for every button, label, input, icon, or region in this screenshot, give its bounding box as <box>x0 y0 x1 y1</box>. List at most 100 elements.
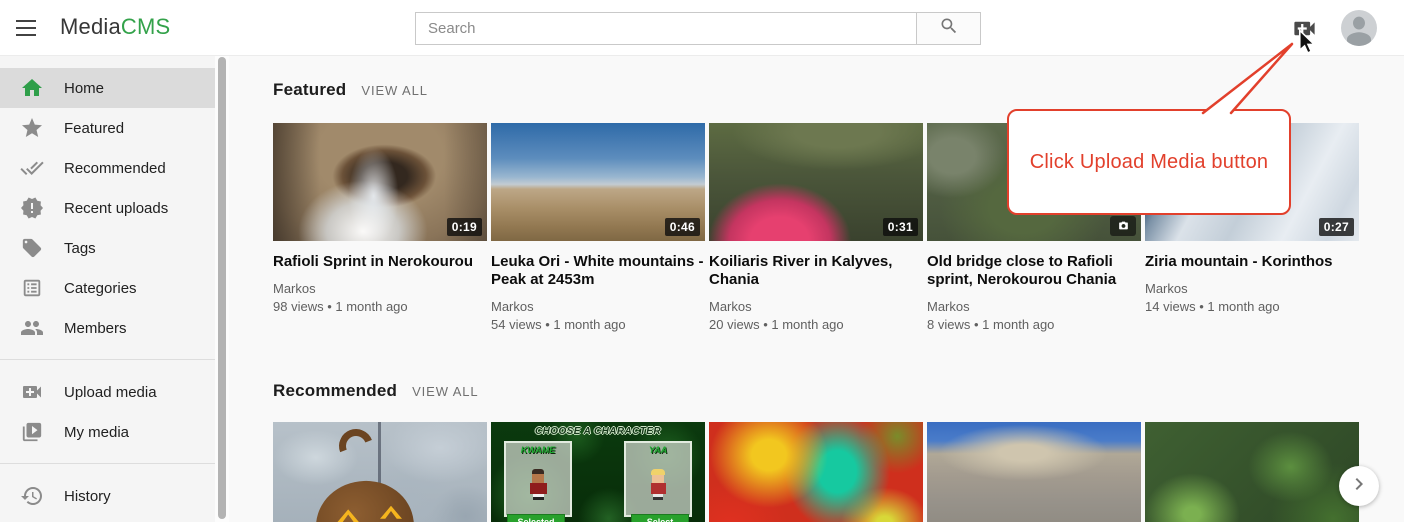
recommended-section-title: Recommended <box>273 381 397 401</box>
video-title[interactable]: Koiliaris River in Kalyves, Chania <box>709 253 923 289</box>
carousel-next-button[interactable] <box>1339 466 1379 506</box>
sidebar-item-recent-uploads[interactable]: Recent uploads <box>0 188 215 228</box>
video-thumbnail[interactable] <box>1145 422 1359 522</box>
duration-badge: 0:19 <box>447 218 482 236</box>
menu-icon[interactable] <box>16 18 38 38</box>
character-panel: YAA <box>624 441 692 517</box>
sidebar-divider <box>0 463 215 464</box>
people-icon <box>20 316 44 340</box>
video-author[interactable]: Markos <box>1145 281 1359 296</box>
camera-icon <box>1110 216 1136 236</box>
featured-view-all-link[interactable]: VIEW ALL <box>361 83 427 98</box>
video-card[interactable] <box>273 422 487 522</box>
video-title[interactable]: Old bridge close to Rafioli sprint, Nero… <box>927 253 1141 289</box>
video-card[interactable] <box>927 422 1141 522</box>
video-title[interactable]: Ziria mountain - Korinthos <box>1145 253 1359 271</box>
new-releases-icon <box>20 196 44 220</box>
sidebar-label: History <box>64 488 111 505</box>
video-meta: 14 views • 1 month ago <box>1145 299 1359 314</box>
video-card[interactable]: 0:46 Leuka Ori - White mountains - Peak … <box>491 123 705 332</box>
video-title[interactable]: Leuka Ori - White mountains - Peak at 24… <box>491 253 705 289</box>
search-button[interactable] <box>917 12 981 45</box>
video-title[interactable]: Rafioli Sprint in Nerokourou <box>273 253 487 271</box>
sidebar-item-featured[interactable]: Featured <box>0 108 215 148</box>
categories-icon <box>20 276 44 300</box>
annotation-tooltip: Click Upload Media button <box>1007 109 1291 215</box>
character-name: KWAME <box>506 445 570 455</box>
recommended-view-all-link[interactable]: VIEW ALL <box>412 384 478 399</box>
sidebar-item-my-media[interactable]: My media <box>0 412 215 452</box>
video-thumbnail[interactable]: 0:31 <box>709 123 923 241</box>
duration-badge: 0:31 <box>883 218 918 236</box>
recommended-section: Recommended VIEW ALL CHOOSE A CHARACTER … <box>273 381 1359 522</box>
thumbnail-game-title: CHOOSE A CHARACTER <box>491 426 705 437</box>
sidebar-item-recommended[interactable]: Recommended <box>0 148 215 188</box>
sidebar-divider <box>0 359 215 360</box>
sidebar-label: Upload media <box>64 384 157 401</box>
duration-badge: 0:46 <box>665 218 700 236</box>
upload-media-button[interactable] <box>1290 18 1318 44</box>
person-icon <box>1341 33 1377 46</box>
video-author[interactable]: Markos <box>273 281 487 296</box>
upload-media-icon <box>1291 15 1318 47</box>
chevron-right-icon <box>1347 472 1371 501</box>
video-call-icon <box>20 380 44 404</box>
annotation-text: Click Upload Media button <box>1030 151 1268 174</box>
sidebar-label: Home <box>64 80 104 97</box>
video-card[interactable]: 0:19 Rafioli Sprint in Nerokourou Markos… <box>273 123 487 332</box>
video-meta: 98 views • 1 month ago <box>273 299 487 314</box>
duration-badge: 0:27 <box>1319 218 1354 236</box>
sidebar-label: My media <box>64 424 129 441</box>
video-thumbnail[interactable] <box>927 422 1141 522</box>
sidebar-label: Members <box>64 320 127 337</box>
video-thumbnail[interactable] <box>709 422 923 522</box>
sidebar-label: Categories <box>64 280 137 297</box>
featured-section-title: Featured <box>273 80 346 100</box>
video-card[interactable]: CHOOSE A CHARACTER KWAME YAA Selected Se… <box>491 422 705 522</box>
logo-part-cms: CMS <box>121 14 171 39</box>
video-thumbnail[interactable]: 0:46 <box>491 123 705 241</box>
top-bar: MediaCMS <box>0 0 1404 56</box>
video-card[interactable] <box>1145 422 1359 522</box>
video-author[interactable]: Markos <box>709 299 923 314</box>
sidebar-item-members[interactable]: Members <box>0 308 215 348</box>
recommended-cards-row: CHOOSE A CHARACTER KWAME YAA Selected Se… <box>273 422 1359 522</box>
sidebar-label: Tags <box>64 240 96 257</box>
star-icon <box>20 116 44 140</box>
character-name: YAA <box>626 445 690 455</box>
logo-part-media: Media <box>60 14 121 39</box>
character-panel: KWAME <box>504 441 572 517</box>
tag-icon <box>20 236 44 260</box>
video-meta: 54 views • 1 month ago <box>491 317 705 332</box>
selected-button-label: Selected <box>507 514 565 522</box>
search-bar <box>415 12 981 45</box>
sidebar-item-history[interactable]: History <box>0 476 215 516</box>
search-input[interactable] <box>415 12 917 45</box>
video-card[interactable] <box>709 422 923 522</box>
sidebar: Home Featured Recommended Recent uploads… <box>0 56 215 522</box>
sidebar-item-home[interactable]: Home <box>0 68 215 108</box>
sidebar-item-tags[interactable]: Tags <box>0 228 215 268</box>
video-thumbnail[interactable]: CHOOSE A CHARACTER KWAME YAA Selected Se… <box>491 422 705 522</box>
sidebar-item-upload-media[interactable]: Upload media <box>0 372 215 412</box>
sidebar-label: Recent uploads <box>64 200 168 217</box>
mediacms-home-page: MediaCMS Home Featured <box>0 0 1404 522</box>
done-all-icon <box>20 156 44 180</box>
video-author[interactable]: Markos <box>927 299 1141 314</box>
video-meta: 20 views • 1 month ago <box>709 317 923 332</box>
sidebar-scrollbar[interactable] <box>215 56 229 522</box>
scrollbar-thumb[interactable] <box>218 57 226 519</box>
history-icon <box>20 484 44 508</box>
video-library-icon <box>20 420 44 444</box>
video-thumbnail[interactable]: 0:19 <box>273 123 487 241</box>
sidebar-item-categories[interactable]: Categories <box>0 268 215 308</box>
home-icon <box>20 76 44 100</box>
sidebar-label: Recommended <box>64 160 166 177</box>
video-thumbnail[interactable] <box>273 422 487 522</box>
search-icon <box>939 16 959 41</box>
app-logo[interactable]: MediaCMS <box>60 14 170 40</box>
video-meta: 8 views • 1 month ago <box>927 317 1141 332</box>
video-author[interactable]: Markos <box>491 299 705 314</box>
video-card[interactable]: 0:31 Koiliaris River in Kalyves, Chania … <box>709 123 923 332</box>
user-avatar[interactable] <box>1341 10 1377 46</box>
